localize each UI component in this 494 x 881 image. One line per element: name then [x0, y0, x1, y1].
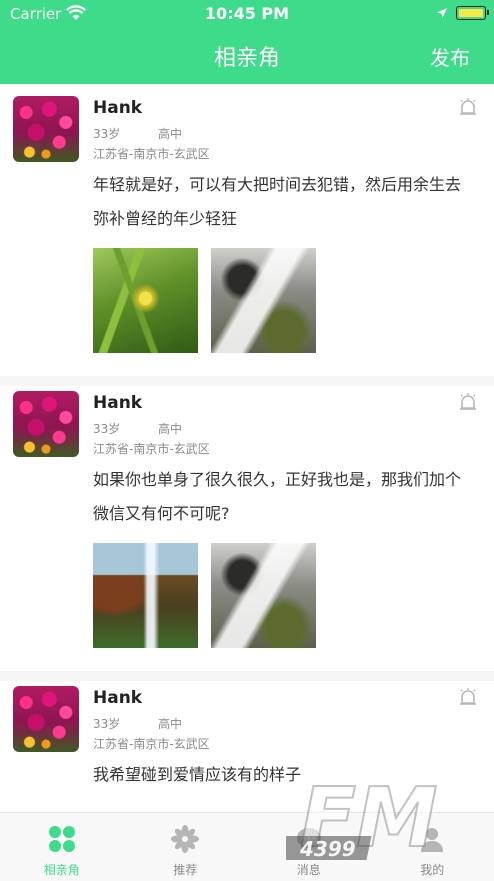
post-text: 年轻就是好，可以有大把时间去犯错，然后用余生去弥补曾经的年少轻狂	[93, 168, 463, 236]
post-text: 如果你也单身了很久很久，正好我也是，那我们加个微信又有何不可呢?	[93, 463, 463, 531]
status-bar: Carrier 10:45 PM	[0, 0, 494, 28]
user-location: 江苏省-南京市-玄武区	[93, 440, 210, 457]
svg-text:4399: 4399	[299, 837, 356, 861]
battery-icon	[456, 6, 486, 20]
user-age: 33岁	[93, 420, 120, 437]
user-name[interactable]: Hank	[93, 98, 142, 118]
user-age: 33岁	[93, 715, 120, 732]
avatar[interactable]	[13, 686, 79, 752]
post-card[interactable]: Hank 33岁 高中 江苏省-南京市-玄武区 年轻就是好，可以有大把时间去犯错…	[0, 84, 494, 374]
alarm-icon[interactable]	[457, 391, 479, 413]
user-education: 高中	[158, 420, 182, 437]
publish-button[interactable]: 发布	[430, 42, 470, 71]
clock: 10:45 PM	[0, 4, 494, 23]
location-arrow-icon	[436, 7, 448, 19]
user-age: 33岁	[93, 125, 120, 142]
grid-icon	[48, 825, 76, 853]
post-image-waterfall[interactable]	[211, 248, 316, 353]
tab-label: 推荐	[124, 861, 248, 878]
tab-matchmaking[interactable]: 相亲角	[0, 813, 124, 881]
user-location: 江苏省-南京市-玄武区	[93, 735, 210, 752]
fm4399-watermark-logo: FM 4399	[286, 768, 462, 868]
page-title: 相亲角	[0, 40, 494, 72]
alarm-icon[interactable]	[457, 686, 479, 708]
post-image-waterfall[interactable]	[211, 543, 316, 648]
user-education: 高中	[158, 125, 182, 142]
avatar[interactable]	[13, 391, 79, 457]
tab-label: 相亲角	[0, 861, 124, 878]
user-education: 高中	[158, 715, 182, 732]
avatar[interactable]	[13, 96, 79, 162]
user-location: 江苏省-南京市-玄武区	[93, 145, 210, 162]
pinwheel-icon	[171, 825, 199, 853]
post-image-cliff-waterfall[interactable]	[93, 543, 198, 648]
user-name[interactable]: Hank	[93, 688, 142, 708]
alarm-icon[interactable]	[457, 96, 479, 118]
user-name[interactable]: Hank	[93, 393, 142, 413]
post-card[interactable]: Hank 33岁 高中 江苏省-南京市-玄武区 如果你也单身了很久很久，正好我也…	[0, 379, 494, 669]
tab-recommend[interactable]: 推荐	[124, 813, 248, 881]
nav-header: Carrier 10:45 PM 相亲角 发布	[0, 0, 494, 84]
post-image-leaf[interactable]	[93, 248, 198, 353]
